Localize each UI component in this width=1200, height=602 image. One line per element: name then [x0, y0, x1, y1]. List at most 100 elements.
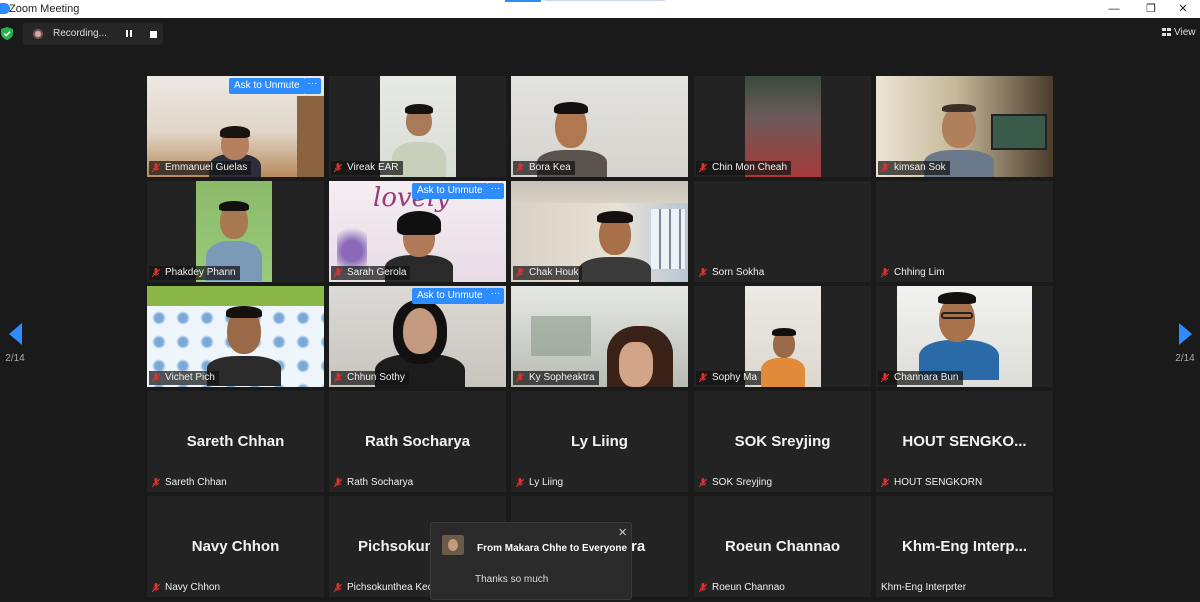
participant-tile[interactable]: Sorn Sokha — [694, 181, 871, 282]
participant-nameplate: Vichet Pich — [149, 371, 219, 385]
participant-name: Rath Socharya — [347, 477, 414, 488]
participant-nameplate: Sarah Gerola — [331, 266, 411, 280]
participant-tile[interactable]: Vireak EAR — [329, 76, 506, 177]
view-button[interactable]: View — [1162, 27, 1196, 38]
participant-nameplate: Khm-Eng Interprter — [878, 581, 970, 595]
window-title: Zoom Meeting — [9, 3, 80, 15]
participant-tile[interactable]: Khm-Eng Interp... Khm-Eng Interprter — [876, 496, 1053, 597]
participant-nameplate: SOK Sreyjing — [696, 476, 776, 490]
recording-label: Recording... — [53, 28, 107, 39]
muted-mic-icon — [334, 478, 342, 488]
participant-name: Vireak EAR — [347, 162, 399, 173]
muted-mic-icon — [152, 478, 160, 488]
participant-nameplate: Emmanuel Guelas — [149, 161, 252, 175]
participant-name: Channara Bun — [894, 372, 959, 383]
pause-recording-button[interactable] — [124, 29, 134, 39]
participant-name: Chin Mon Cheah — [712, 162, 788, 173]
view-label: View — [1174, 27, 1196, 38]
participant-name: Emmanuel Guelas — [165, 162, 248, 173]
arrow-left-icon — [8, 323, 22, 345]
muted-mic-icon — [699, 478, 707, 488]
participant-name: kimsan Sok — [894, 162, 946, 173]
participant-nameplate: Chhun Sothy — [331, 371, 409, 385]
restore-button[interactable]: ❐ — [1134, 0, 1168, 18]
muted-mic-icon — [334, 583, 342, 593]
participant-nameplate: Roeun Channao — [696, 581, 789, 595]
participant-name: Ky Sopheaktra — [529, 372, 595, 383]
participant-tile[interactable]: HOUT SENGKO... HOUT SENGKORN — [876, 391, 1053, 492]
close-chat-notification-button[interactable]: ✕ — [618, 526, 627, 539]
glasses-icon — [941, 312, 973, 319]
muted-mic-icon — [152, 373, 160, 383]
more-options-button[interactable]: ··· — [487, 183, 504, 199]
more-options-button[interactable]: ··· — [487, 288, 504, 304]
participant-name: Chhing Lim — [894, 267, 945, 278]
muted-mic-icon — [516, 373, 524, 383]
muted-mic-icon — [152, 163, 160, 173]
participant-tile[interactable]: kimsan Sok — [876, 76, 1053, 177]
participant-tile[interactable]: Sareth Chhan Sareth Chhan — [147, 391, 324, 492]
participant-tile[interactable]: Chak Houk — [511, 181, 688, 282]
participant-tile[interactable]: Ky Sopheaktra — [511, 286, 688, 387]
previous-page-button[interactable]: 2/14 — [0, 323, 30, 364]
participant-name: Chak Houk — [529, 267, 579, 278]
participant-tile[interactable]: lovely Ask to Unmute ··· Sarah Gerola — [329, 181, 506, 282]
stop-recording-button[interactable] — [150, 31, 157, 38]
close-button[interactable]: ✕ — [1166, 0, 1200, 18]
ask-to-unmute-button[interactable]: Ask to Unmute — [412, 183, 488, 199]
participant-tile[interactable]: Roeun Channao Roeun Channao — [694, 496, 871, 597]
participant-name: Sorn Sokha — [712, 267, 765, 278]
participant-name: Roeun Channao — [712, 582, 785, 593]
participant-display-name: Navy Chhon — [191, 538, 280, 555]
participant-display-name: SOK Sreyjing — [734, 433, 831, 450]
participant-tile[interactable]: Ask to Unmute ··· Chhun Sothy — [329, 286, 506, 387]
participant-nameplate: Chin Mon Cheah — [696, 161, 792, 175]
muted-mic-icon — [699, 373, 707, 383]
participant-nameplate: Vireak EAR — [331, 161, 403, 175]
participant-nameplate: Rath Socharya — [331, 476, 417, 490]
more-options-button[interactable]: ··· — [304, 78, 321, 94]
participant-nameplate: Phakdey Phann — [149, 266, 240, 280]
participant-tile[interactable]: Sophy Ma — [694, 286, 871, 387]
participant-tile[interactable]: Navy Chhon Navy Chhon — [147, 496, 324, 597]
security-shield-icon[interactable] — [1, 27, 13, 40]
participant-name: Pichsokunthea Kec — [347, 582, 433, 593]
chat-notification[interactable]: From Makara Chhe to Everyone Thanks so m… — [430, 522, 632, 600]
participant-tile[interactable]: Channara Bun — [876, 286, 1053, 387]
participant-tile[interactable]: Chin Mon Cheah — [694, 76, 871, 177]
ask-to-unmute-button[interactable]: Ask to Unmute — [229, 78, 305, 94]
participant-tile[interactable]: Ask to Unmute ··· Emmanuel Guelas — [147, 76, 324, 177]
participant-tile[interactable]: Vichet Pich — [147, 286, 324, 387]
ask-to-unmute-button[interactable]: Ask to Unmute — [412, 288, 488, 304]
participant-tile[interactable]: SOK Sreyjing SOK Sreyjing — [694, 391, 871, 492]
participant-display-name: Sareth Chhan — [186, 433, 285, 450]
muted-mic-icon — [699, 268, 707, 278]
participant-nameplate: Sophy Ma — [696, 371, 762, 385]
participant-nameplate: Navy Chhon — [149, 581, 224, 595]
participant-display-name: ra — [631, 538, 646, 555]
window-blinds — [651, 209, 685, 269]
next-page-button[interactable]: 2/14 — [1170, 323, 1200, 364]
participant-nameplate: Ly Liing — [513, 476, 567, 490]
aquarium — [991, 114, 1047, 150]
chat-sender-label: From Makara Chhe to Everyone — [477, 543, 628, 554]
participant-name: Vichet Pich — [165, 372, 215, 383]
muted-mic-icon — [152, 268, 160, 278]
participant-tile[interactable]: Chhing Lim — [876, 181, 1053, 282]
participant-name: Sareth Chhan — [165, 477, 227, 488]
participant-tile[interactable]: Ly Liing Ly Liing — [511, 391, 688, 492]
muted-mic-icon — [881, 163, 889, 173]
participant-display-name: Rath Socharya — [364, 433, 471, 450]
chat-message: Thanks so much — [475, 574, 549, 585]
participant-nameplate: Ky Sopheaktra — [513, 371, 599, 385]
participant-tile[interactable]: Bora Kea — [511, 76, 688, 177]
minimize-button[interactable]: — — [1097, 0, 1131, 18]
participant-nameplate: Bora Kea — [513, 161, 575, 175]
participant-name: SOK Sreyjing — [712, 477, 773, 488]
participant-tile[interactable]: Phakdey Phann — [147, 181, 324, 282]
participant-name: Sarah Gerola — [347, 267, 407, 278]
participant-nameplate: Pichsokunthea Kec — [331, 581, 437, 595]
participant-tile[interactable]: Rath Socharya Rath Socharya — [329, 391, 506, 492]
recording-bar: Recording... — [23, 23, 163, 45]
window-title-bar: Zoom Meeting — ❐ ✕ — [0, 0, 1200, 18]
